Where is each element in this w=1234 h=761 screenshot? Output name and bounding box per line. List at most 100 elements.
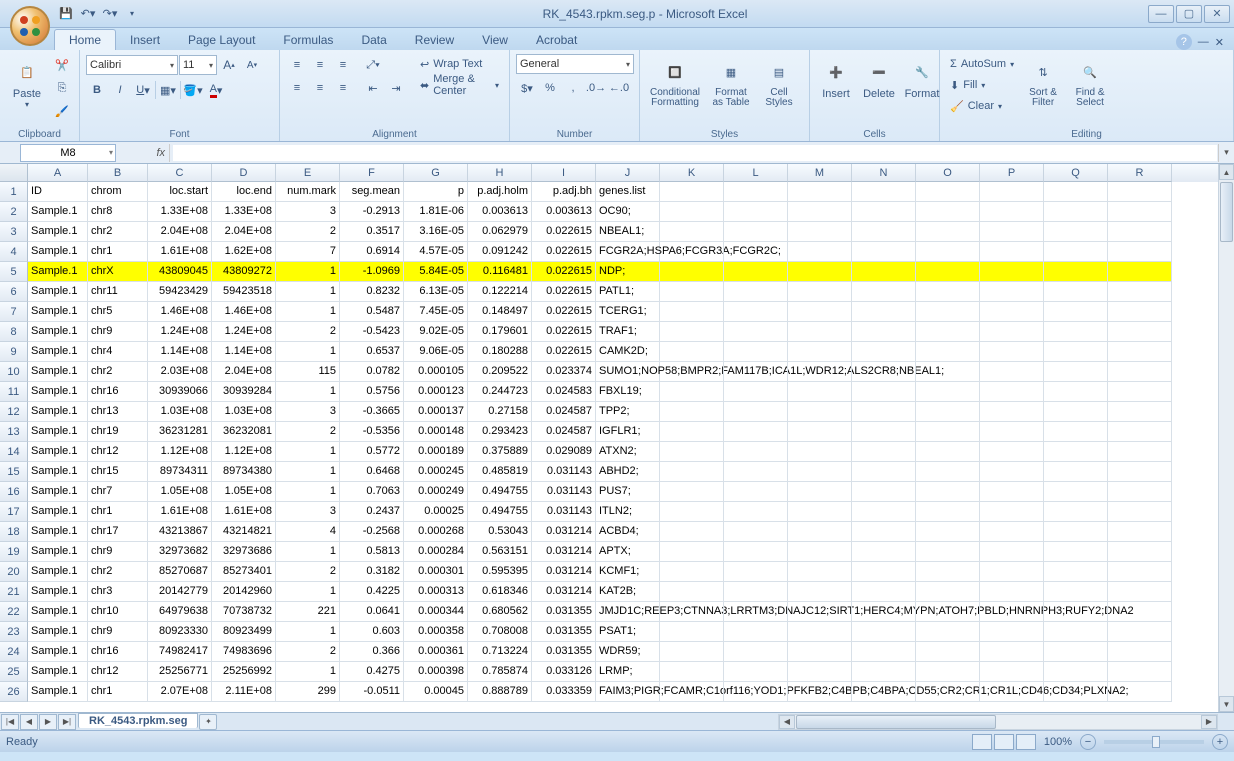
cell[interactable]: 0.5772: [340, 442, 404, 462]
cell[interactable]: 0.022615: [532, 302, 596, 322]
cell[interactable]: 3: [276, 502, 340, 522]
cell[interactable]: 7.45E-05: [404, 302, 468, 322]
cell[interactable]: 3: [276, 202, 340, 222]
cell[interactable]: [852, 682, 916, 702]
cell[interactable]: [660, 582, 724, 602]
cell[interactable]: [1108, 502, 1172, 522]
cell[interactable]: [1108, 482, 1172, 502]
cell[interactable]: [1108, 622, 1172, 642]
cell[interactable]: [916, 222, 980, 242]
cell[interactable]: 4.57E-05: [404, 242, 468, 262]
cell[interactable]: [788, 422, 852, 442]
page-break-view-button[interactable]: [1016, 734, 1036, 750]
cell[interactable]: Sample.1: [28, 582, 88, 602]
table-row[interactable]: Sample.1chr9809233308092349910.6030.0003…: [28, 622, 1218, 642]
cell[interactable]: 36231281: [148, 422, 212, 442]
shrink-font-button[interactable]: A▾: [241, 54, 263, 76]
cell[interactable]: [916, 642, 980, 662]
cell[interactable]: [916, 322, 980, 342]
row-header[interactable]: 6: [0, 282, 28, 302]
cell[interactable]: [852, 362, 916, 382]
cell[interactable]: 0.708008: [468, 622, 532, 642]
cell[interactable]: [1108, 362, 1172, 382]
cell[interactable]: [852, 562, 916, 582]
cell[interactable]: Sample.1: [28, 602, 88, 622]
scroll-up-button[interactable]: ▲: [1219, 164, 1234, 180]
cell[interactable]: chr16: [88, 382, 148, 402]
cell[interactable]: 0.031143: [532, 482, 596, 502]
cell[interactable]: [1044, 222, 1108, 242]
tab-formulas[interactable]: Formulas: [269, 30, 347, 50]
cell[interactable]: -0.3665: [340, 402, 404, 422]
table-row[interactable]: Sample.1chr12.07E+082.11E+08299-0.05110.…: [28, 682, 1218, 702]
cell[interactable]: [660, 562, 724, 582]
zoom-out-button[interactable]: −: [1080, 734, 1096, 750]
cell[interactable]: [980, 422, 1044, 442]
cell[interactable]: 0.031355: [532, 602, 596, 622]
cell[interactable]: [724, 542, 788, 562]
cell[interactable]: 1: [276, 282, 340, 302]
cell[interactable]: CAMK2D;: [596, 342, 660, 362]
cell[interactable]: [852, 222, 916, 242]
cell[interactable]: 0.022615: [532, 342, 596, 362]
cell[interactable]: [1044, 302, 1108, 322]
tab-insert[interactable]: Insert: [116, 30, 174, 50]
cell[interactable]: [980, 262, 1044, 282]
column-header[interactable]: P: [980, 164, 1044, 182]
cell[interactable]: [788, 382, 852, 402]
cell[interactable]: [788, 482, 852, 502]
cell[interactable]: chr12: [88, 662, 148, 682]
cell[interactable]: [1108, 582, 1172, 602]
cell[interactable]: [1044, 462, 1108, 482]
cell[interactable]: 32973682: [148, 542, 212, 562]
cell[interactable]: [852, 522, 916, 542]
qat-customize-button[interactable]: ▾: [122, 4, 142, 24]
cell[interactable]: [788, 522, 852, 542]
autosum-button[interactable]: ΣAutoSum▾: [946, 54, 1018, 74]
cell[interactable]: Sample.1: [28, 422, 88, 442]
cell[interactable]: chr17: [88, 522, 148, 542]
cell[interactable]: Sample.1: [28, 402, 88, 422]
cell[interactable]: 0.000358: [404, 622, 468, 642]
scroll-left-button[interactable]: ◀: [779, 715, 795, 729]
row-header[interactable]: 4: [0, 242, 28, 262]
cell[interactable]: [1044, 322, 1108, 342]
row-header[interactable]: 16: [0, 482, 28, 502]
cell[interactable]: Sample.1: [28, 642, 88, 662]
cell[interactable]: [660, 502, 724, 522]
cell[interactable]: [788, 602, 852, 622]
cell[interactable]: 1.05E+08: [148, 482, 212, 502]
cell[interactable]: 20142779: [148, 582, 212, 602]
percent-button[interactable]: %: [539, 77, 561, 99]
cell[interactable]: [788, 662, 852, 682]
worksheet-grid[interactable]: ABCDEFGHIJKLMNOPQR 123456789101112131415…: [0, 164, 1234, 712]
cell[interactable]: [1108, 562, 1172, 582]
cell[interactable]: Sample.1: [28, 622, 88, 642]
cell[interactable]: 1: [276, 582, 340, 602]
cell[interactable]: 0.000189: [404, 442, 468, 462]
cell[interactable]: IGFLR1;: [596, 422, 660, 442]
horizontal-scrollbar[interactable]: ◀ ▶: [778, 714, 1218, 730]
row-header[interactable]: 15: [0, 462, 28, 482]
cell[interactable]: [1044, 602, 1108, 622]
cell[interactable]: FBXL19;: [596, 382, 660, 402]
table-row[interactable]: Sample.1chr1936231281362320812-0.53560.0…: [28, 422, 1218, 442]
comma-button[interactable]: ,: [562, 77, 584, 99]
cell[interactable]: [980, 502, 1044, 522]
cell[interactable]: 20142960: [212, 582, 276, 602]
cell[interactable]: [660, 442, 724, 462]
cell[interactable]: 0.000361: [404, 642, 468, 662]
cell[interactable]: chr2: [88, 222, 148, 242]
table-row[interactable]: Sample.1chr51.46E+081.46E+0810.54877.45E…: [28, 302, 1218, 322]
cell[interactable]: [916, 302, 980, 322]
cell[interactable]: ABHD2;: [596, 462, 660, 482]
cell[interactable]: 36232081: [212, 422, 276, 442]
cell[interactable]: [788, 562, 852, 582]
cell[interactable]: [1108, 322, 1172, 342]
table-row[interactable]: Sample.1chr2852706878527340120.31820.000…: [28, 562, 1218, 582]
paste-button[interactable]: 📋 Paste ▾: [6, 54, 48, 111]
cell[interactable]: Sample.1: [28, 482, 88, 502]
table-row[interactable]: Sample.1chr81.33E+081.33E+083-0.29131.81…: [28, 202, 1218, 222]
cell[interactable]: [980, 442, 1044, 462]
cell[interactable]: [1044, 262, 1108, 282]
